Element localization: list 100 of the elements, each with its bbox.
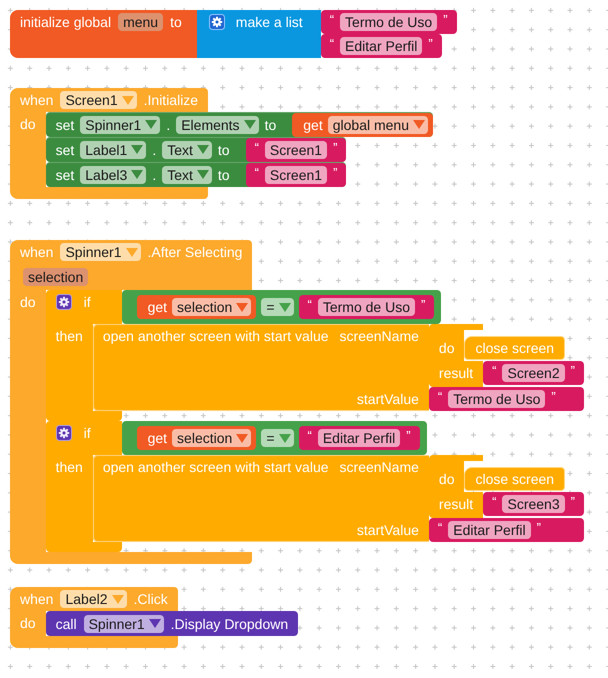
caret-icon bbox=[278, 302, 290, 312]
caret-icon bbox=[145, 120, 158, 129]
method-call-block[interactable]: call Spinner1 .Display Dropdown bbox=[46, 611, 298, 636]
block-label: when bbox=[20, 92, 54, 108]
dropdown-field[interactable]: selection bbox=[172, 298, 252, 316]
gear-icon[interactable] bbox=[56, 294, 72, 310]
block-label: to bbox=[218, 142, 230, 158]
caret-icon bbox=[131, 145, 144, 154]
compare-block[interactable]: get selection = “ Editar Perfil ” bbox=[122, 421, 427, 455]
getter-block[interactable]: get selection bbox=[136, 426, 256, 450]
open-screen-block[interactable]: open another screen with start value screenName do close screen result “ Screen3 ” startValue “ Editar Perfil ” bbox=[92, 455, 584, 542]
quote-mark: ” bbox=[443, 13, 448, 27]
dropdown-field[interactable]: Text bbox=[162, 166, 212, 184]
text-block[interactable]: “ Screen1 ” bbox=[246, 162, 346, 186]
quote-mark: “ bbox=[492, 495, 496, 509]
string-field[interactable]: Termo de Uso bbox=[448, 390, 546, 408]
block-label: make a list bbox=[236, 14, 303, 30]
dropdown-field[interactable]: Label3 bbox=[80, 166, 146, 184]
block-label: . bbox=[166, 116, 170, 132]
event-block[interactable]: when Label2 .Click do call Spinner1 .Display Dropdown bbox=[10, 587, 298, 648]
string-field[interactable]: Termo de Uso bbox=[318, 298, 415, 316]
string-field[interactable]: Editar Perfil bbox=[340, 37, 422, 55]
dropdown-field[interactable]: Screen1 bbox=[60, 91, 137, 109]
dropdown-field[interactable]: Text bbox=[162, 140, 212, 158]
block-label: get bbox=[148, 430, 168, 446]
event-block[interactable]: when Screen1 .Initialize do set Spinner1 . Elements to get global menu set Label1 . Text to “ Screen1 ” set Label3 . Text to “ Screen1 ” bbox=[10, 88, 433, 199]
caret-icon bbox=[278, 434, 290, 442]
caret-icon bbox=[112, 594, 124, 604]
string-field[interactable]: Screen1 bbox=[264, 140, 328, 158]
string-field[interactable]: Editar Perfil bbox=[318, 429, 400, 447]
string-field[interactable]: Screen3 bbox=[502, 495, 565, 513]
caret-icon bbox=[122, 96, 134, 104]
block-label: to bbox=[264, 116, 276, 132]
variable-declaration-block[interactable]: initialize global menu to make a list “ Termo de Uso ” “ Editar Perfil ” bbox=[10, 10, 457, 58]
text-block[interactable]: “ Editar Perfil ” bbox=[298, 426, 420, 450]
dropdown-field[interactable]: Spinner1 bbox=[60, 243, 141, 261]
quote-mark: “ bbox=[330, 37, 334, 51]
setter-block[interactable]: set Label3 . Text to “ Screen1 ” bbox=[46, 162, 346, 187]
block-label: when bbox=[20, 244, 54, 260]
getter-block[interactable]: get global menu bbox=[292, 112, 433, 136]
block-label: get bbox=[148, 299, 168, 315]
quote-mark: ” bbox=[333, 166, 338, 180]
if-block[interactable]: if get selection = “ Termo de Uso ” then open another screen with start value screenName do close screen result “ Screen2 ” startValue “ Termo de Uso ” bbox=[46, 290, 584, 421]
block-label: do bbox=[20, 615, 36, 631]
make-list-block[interactable]: make a list “ Termo de Uso ” “ Editar Perfil ” bbox=[196, 10, 457, 58]
dropdown-field[interactable]: = bbox=[261, 429, 294, 447]
block-label: do bbox=[20, 294, 36, 310]
block-label: .Initialize bbox=[144, 92, 198, 108]
text-block[interactable]: “ Screen1 ” bbox=[246, 138, 346, 162]
dropdown-field[interactable]: Spinner1 bbox=[84, 614, 164, 632]
do-result-block[interactable]: do close screen result “ Screen2 ” bbox=[428, 324, 584, 387]
block-label: if bbox=[84, 425, 91, 441]
if-block[interactable]: if get selection = “ Editar Perfil ” then open another screen with start value screenName do close screen result “ Screen3 ” startValue “ Editar Perfil ” bbox=[46, 421, 584, 552]
gear-icon[interactable] bbox=[56, 425, 72, 441]
block-label: do bbox=[438, 340, 454, 356]
text-block[interactable]: “ Termo de Uso ” bbox=[428, 387, 584, 411]
caret-icon bbox=[236, 434, 248, 442]
event-block[interactable] bbox=[10, 240, 584, 564]
block-label: .Display Dropdown bbox=[170, 616, 288, 632]
quote-mark: ” bbox=[406, 429, 411, 443]
block-label: to bbox=[218, 166, 230, 182]
text-block[interactable]: “ Termo de Uso ” bbox=[298, 295, 434, 319]
text-block[interactable]: “ Screen2 ” bbox=[483, 361, 584, 385]
compare-block[interactable]: get selection = “ Termo de Uso ” bbox=[122, 290, 442, 324]
block-label: screenName bbox=[340, 328, 419, 344]
dropdown-field[interactable]: global menu bbox=[328, 116, 428, 134]
block-label: set bbox=[56, 142, 74, 158]
name-field[interactable]: menu bbox=[118, 13, 164, 31]
parameter-field[interactable]: selection bbox=[23, 268, 88, 286]
do-result-block[interactable]: do close screen result “ Screen3 ” bbox=[428, 455, 584, 518]
setter-block[interactable]: set Label1 . Text to “ Screen1 ” bbox=[46, 137, 346, 162]
string-field[interactable]: Screen2 bbox=[502, 364, 565, 382]
text-block[interactable]: “ Editar Perfil ” bbox=[428, 518, 584, 542]
text-block[interactable]: “ Editar Perfil ” bbox=[320, 34, 442, 58]
quote-mark: “ bbox=[492, 364, 496, 378]
block-label: open another screen with start value bbox=[102, 459, 329, 475]
setter-block[interactable]: set Spinner1 . Elements to get global menu bbox=[46, 112, 433, 137]
dropdown-field[interactable]: = bbox=[261, 298, 294, 316]
gear-icon[interactable] bbox=[208, 14, 225, 30]
dropdown-field[interactable]: Label1 bbox=[80, 140, 146, 158]
block-label: do bbox=[20, 116, 36, 132]
string-field[interactable]: Screen1 bbox=[264, 166, 328, 184]
dropdown-field[interactable]: Spinner1 bbox=[80, 116, 160, 134]
string-field[interactable]: Editar Perfil bbox=[448, 521, 531, 539]
block-label: startValue bbox=[356, 522, 419, 538]
dropdown-field[interactable]: Label2 bbox=[60, 590, 127, 608]
open-screen-block[interactable]: open another screen with start value screenName do close screen result “ Screen2 ” startValue “ Termo de Uso ” bbox=[92, 324, 584, 411]
quote-mark: “ bbox=[254, 140, 259, 154]
quote-mark: “ bbox=[438, 390, 442, 404]
string-field[interactable]: Termo de Uso bbox=[340, 13, 438, 31]
dropdown-field[interactable]: selection bbox=[172, 429, 252, 447]
caret-icon bbox=[148, 619, 161, 628]
block-label: then bbox=[56, 328, 83, 344]
quote-mark: ” bbox=[570, 495, 575, 509]
quote-mark: “ bbox=[254, 166, 259, 180]
text-block[interactable]: “ Screen3 ” bbox=[483, 492, 584, 516]
text-block[interactable]: “ Termo de Uso ” bbox=[320, 10, 457, 34]
getter-block[interactable]: get selection bbox=[136, 295, 256, 319]
dropdown-field[interactable]: Elements bbox=[176, 116, 259, 134]
block-label: when bbox=[20, 591, 54, 607]
